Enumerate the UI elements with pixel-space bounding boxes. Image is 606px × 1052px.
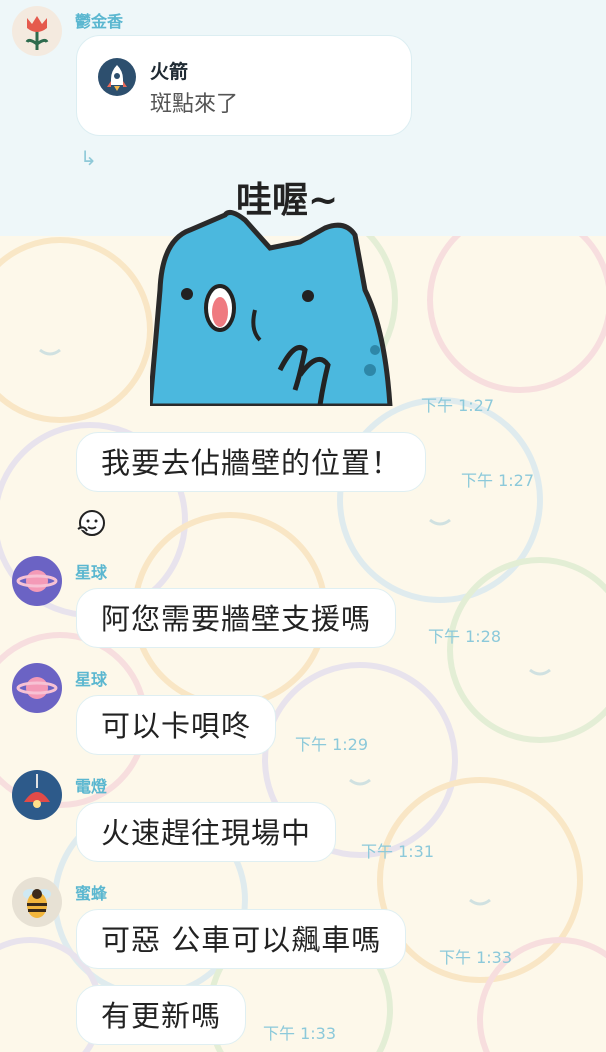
message-bubble[interactable]: 可惡 公車可以飆車嗎 [76, 909, 407, 969]
planet-icon [16, 677, 58, 699]
planet-avatar[interactable] [12, 663, 62, 713]
lamp-avatar[interactable] [12, 770, 62, 820]
sender-name: 星球 [75, 563, 108, 582]
thinking-emoji-icon[interactable] [75, 507, 109, 539]
lamp-icon [24, 774, 50, 808]
message-time: 下午 1:27 [461, 471, 535, 490]
rocket-icon [98, 58, 136, 96]
message-bubble[interactable]: 阿您需要牆壁支援嗎 [76, 588, 397, 648]
bee-avatar[interactable] [12, 877, 62, 927]
reply-arrow-icon: ↳ [80, 146, 97, 170]
sender-name: 鬱金香 [75, 12, 124, 31]
message-time: 下午 1:33 [439, 948, 513, 967]
message-bubble[interactable]: 我要去佔牆壁的位置！ [76, 432, 427, 492]
quoted-sender-name: 火箭 [150, 61, 189, 83]
planet-avatar[interactable] [12, 556, 62, 606]
cat-sticker[interactable]: 哇喔~ [150, 170, 400, 406]
sender-name: 蜜蜂 [75, 884, 108, 903]
quoted-message-text: 斑點來了 [150, 92, 239, 117]
bee-icon [23, 889, 51, 918]
message-bubble[interactable]: 火速趕往現場中 [76, 802, 337, 862]
message-time: 下午 1:29 [295, 735, 369, 754]
sender-name: 電燈 [75, 777, 108, 796]
sender-name: 星球 [75, 670, 108, 689]
message-time: 下午 1:31 [361, 842, 435, 861]
tulip-icon [25, 16, 49, 50]
message-bubble[interactable]: 有更新嗎 [76, 985, 247, 1045]
message-time: 下午 1:33 [263, 1024, 337, 1043]
tulip-avatar[interactable] [12, 6, 62, 56]
quoted-message-card[interactable]: 火箭 斑點來了 [76, 35, 412, 136]
planet-icon [16, 570, 58, 592]
message-time: 下午 1:27 [421, 396, 495, 415]
message-time: 下午 1:28 [428, 627, 502, 646]
message-bubble[interactable]: 可以卡唄咚 [76, 695, 277, 755]
sticker-caption: 哇喔~ [236, 180, 338, 221]
